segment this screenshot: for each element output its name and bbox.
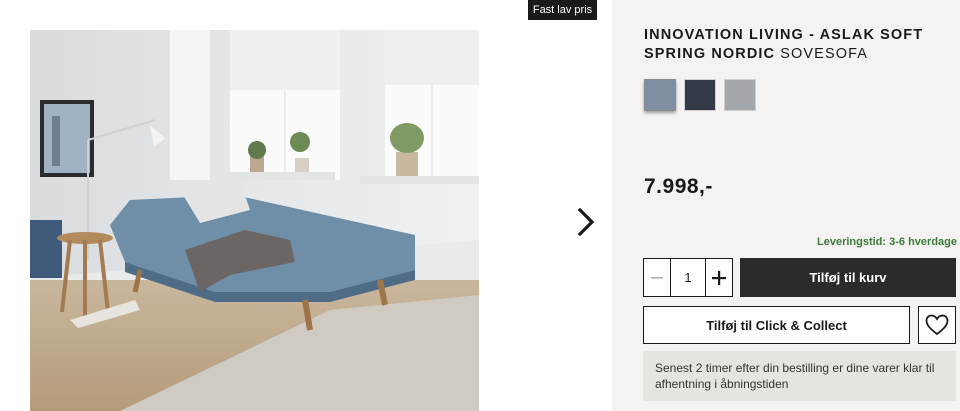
next-image-button[interactable] — [570, 202, 602, 242]
product-gallery: Fast lav pris — [0, 0, 612, 411]
quantity-stepper: 1 — [643, 258, 733, 297]
plus-icon — [712, 270, 726, 285]
living-room-photo — [30, 30, 479, 411]
color-swatches — [644, 79, 756, 111]
decrease-quantity-button[interactable] — [644, 259, 671, 296]
minus-icon — [651, 276, 663, 279]
swatch-navy[interactable] — [684, 79, 716, 111]
heart-icon — [925, 314, 949, 336]
swatch-blue-grey[interactable] — [644, 79, 676, 111]
wishlist-button[interactable] — [918, 306, 956, 344]
product-info-panel: INNOVATION LIVING - ASLAK SOFT SPRING NO… — [612, 0, 960, 411]
price-badge: Fast lav pris — [528, 0, 597, 20]
quantity-input[interactable]: 1 — [671, 259, 705, 296]
pickup-notice: Senest 2 timer efter din bestilling er d… — [643, 351, 956, 401]
product-price: 7.998,- — [644, 175, 713, 198]
chevron-right-icon — [577, 207, 595, 237]
swatch-grey[interactable] — [724, 79, 756, 111]
product-title-type: SOVESOFA — [780, 46, 869, 62]
delivery-time: Leveringstid: 3-6 hverdage — [817, 236, 957, 248]
product-title: INNOVATION LIVING - ASLAK SOFT SPRING NO… — [644, 26, 956, 64]
product-image[interactable] — [30, 30, 479, 411]
add-to-cart-button[interactable]: Tilføj til kurv — [740, 258, 956, 297]
increase-quantity-button[interactable] — [705, 259, 732, 296]
click-collect-button[interactable]: Tilføj til Click & Collect — [643, 306, 910, 344]
